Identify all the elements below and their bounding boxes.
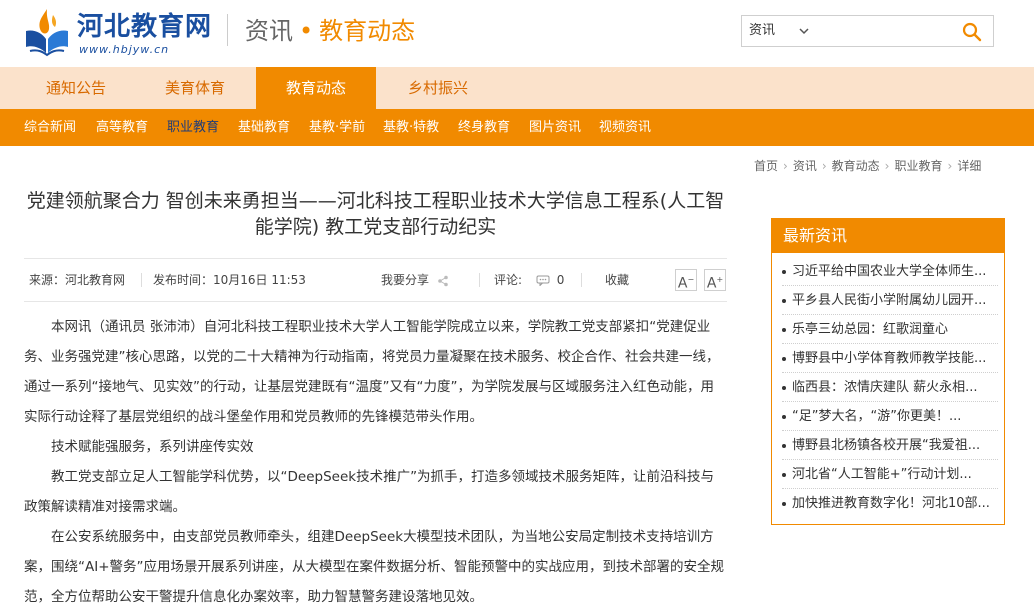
latest-news-title: 最新资讯 xyxy=(772,219,1004,253)
site-logo[interactable]: 河北教育网 www.hbjyw.cn xyxy=(22,5,212,57)
subnav-preschool[interactable]: 基教·学前 xyxy=(309,109,365,146)
nav-tab-rural-revitalization[interactable]: 乡村振兴 xyxy=(380,67,496,109)
share-button[interactable]: 我要分享 xyxy=(381,259,449,301)
nav-tab-education-news[interactable]: 教育动态 xyxy=(256,67,376,109)
font-decrease-label: A xyxy=(677,275,688,292)
subnav-vocational-education[interactable]: 职业教育 xyxy=(167,109,219,146)
latest-news-link: “足”梦大名，“游”你更美！... xyxy=(792,409,962,424)
site-header: 河北教育网 www.hbjyw.cn 资讯 • 教育动态 资讯 xyxy=(0,0,1034,67)
latest-news-link: 博野县北杨镇各校开展“我爱祖... xyxy=(792,438,981,453)
header-divider xyxy=(227,14,228,46)
search-box: 资讯 xyxy=(741,15,994,47)
article-title: 党建领航聚合力 智创未来勇担当——河北科技工程职业技术大学信息工程系(人工智能学… xyxy=(26,190,725,238)
search-category-select[interactable]: 资讯 xyxy=(742,16,820,46)
subnav-basic-education[interactable]: 基础教育 xyxy=(238,109,290,146)
bullet-icon xyxy=(782,269,786,274)
latest-news-link: 临西县：浓情庆建队 薪火永相... xyxy=(792,380,978,395)
article-paragraph: 教工党支部立足人工智能学科优势，以“DeepSeek技术推广”为抓手，打造多领域… xyxy=(24,469,715,515)
plus-icon: + xyxy=(716,275,724,284)
latest-news-item[interactable]: 习近平给中国农业大学全体师生... xyxy=(782,257,998,286)
latest-news-link: 乐亭三幼总园：红歌润童心 xyxy=(792,322,949,337)
article-meta-bar: 来源：河北教育网 发布时间：10月16日 11:53 我要分享 评论: 0 收藏… xyxy=(24,258,727,302)
breadcrumb-current: 详细 xyxy=(957,159,982,173)
bullet-icon xyxy=(782,327,786,332)
latest-news-item[interactable]: 博野县中小学体育教师教学技能... xyxy=(782,344,998,373)
bullet-icon xyxy=(782,472,786,477)
latest-news-panel: 最新资讯 习近平给中国农业大学全体师生... 平乡县人民街小学附属幼儿园开...… xyxy=(771,218,1005,525)
breadcrumb-home[interactable]: 首页 xyxy=(754,159,778,173)
subnav-general-news[interactable]: 综合新闻 xyxy=(24,109,76,146)
latest-news-item[interactable]: 临西县：浓情庆建队 薪火永相... xyxy=(782,373,998,402)
nav-tab-arts-sports[interactable]: 美育体育 xyxy=(137,67,253,109)
bullet-icon xyxy=(782,414,786,419)
font-increase-button[interactable]: A+ xyxy=(704,269,726,292)
latest-news-item[interactable]: 加快推进教育数字化！河北10部... xyxy=(782,489,998,518)
latest-news-list: 习近平给中国农业大学全体师生... 平乡县人民街小学附属幼儿园开... 乐亭三幼… xyxy=(772,253,1004,518)
secondary-nav: 综合新闻 高等教育 职业教育 基础教育 基教·学前 基教·特教 终身教育 图片资… xyxy=(0,109,1034,146)
logo-url: www.hbjyw.cn xyxy=(79,43,170,56)
bullet-icon xyxy=(782,385,786,390)
chevron-right-icon: › xyxy=(884,159,890,173)
article-source: 来源：河北教育网 xyxy=(29,273,126,287)
article-body: 本网讯（通讯员 张沛沛）自河北科技工程职业技术大学人工智能学院成立以来，学院教工… xyxy=(24,312,727,612)
favorite-button[interactable]: 收藏 xyxy=(605,259,629,301)
nav-tab-notices[interactable]: 通知公告 xyxy=(18,67,134,109)
search-icon[interactable] xyxy=(961,22,983,42)
bullet-icon xyxy=(782,356,786,361)
logo-emblem-icon xyxy=(26,9,68,57)
chevron-down-icon xyxy=(799,28,809,35)
search-category-value: 资讯 xyxy=(749,23,776,38)
chevron-right-icon: › xyxy=(947,159,953,173)
logo-title: 河北教育网 xyxy=(77,12,213,42)
latest-news-item[interactable]: 博野县北杨镇各校开展“我爱祖... xyxy=(782,431,998,460)
minus-icon: − xyxy=(687,275,695,284)
comment-label: 评论: xyxy=(494,273,523,287)
latest-news-item[interactable]: 平乡县人民街小学附属幼儿园开... xyxy=(782,286,998,315)
article-paragraph: 本网讯（通讯员 张沛沛）自河北科技工程职业技术大学人工智能学院成立以来，学院教工… xyxy=(24,319,720,425)
bullet-icon xyxy=(782,443,786,448)
breadcrumb-news[interactable]: 资讯 xyxy=(793,159,817,173)
chevron-right-icon: › xyxy=(821,159,827,173)
latest-news-link: 加快推进教育数字化！河北10部... xyxy=(792,496,990,511)
subnav-special-education[interactable]: 基教·特教 xyxy=(383,109,439,146)
subnav-video-news[interactable]: 视频资讯 xyxy=(599,109,651,146)
subsection-name: 教育动态 xyxy=(319,17,416,45)
latest-news-link: 河北省“人工智能+”行动计划... xyxy=(792,467,972,482)
comment-icon xyxy=(536,275,550,287)
section-title: 资讯 • 教育动态 xyxy=(245,16,415,46)
meta-divider xyxy=(581,273,582,287)
latest-news-item[interactable]: 乐亭三幼总园：红歌润童心 xyxy=(782,315,998,344)
article-subheading: 技术赋能强服务，系列讲座传实效 xyxy=(51,439,254,455)
latest-news-item[interactable]: “足”梦大名，“游”你更美！... xyxy=(782,402,998,431)
meta-divider xyxy=(479,273,480,287)
article-publish-time: 发布时间：10月16日 11:53 xyxy=(153,273,306,287)
latest-news-link: 平乡县人民街小学附属幼儿园开... xyxy=(792,293,987,308)
latest-news-item[interactable]: 河北省“人工智能+”行动计划... xyxy=(782,460,998,489)
latest-news-link: 习近平给中国农业大学全体师生... xyxy=(792,264,987,279)
search-input[interactable] xyxy=(822,19,952,43)
font-decrease-button[interactable]: A− xyxy=(675,269,697,292)
bullet-icon xyxy=(782,501,786,506)
breadcrumb-vocational[interactable]: 职业教育 xyxy=(894,159,942,173)
section-name: 资讯 xyxy=(245,17,293,45)
breadcrumb-education-news[interactable]: 教育动态 xyxy=(832,159,880,173)
article-paragraph: 在公安系统服务中，由支部党员教师牵头，组建DeepSeek大模型技术团队，为当地… xyxy=(24,529,725,605)
latest-news-link: 博野县中小学体育教师教学技能... xyxy=(792,351,987,366)
meta-divider xyxy=(141,273,142,287)
chevron-right-icon: › xyxy=(783,159,788,173)
comment-count: 0 xyxy=(556,273,565,287)
subnav-lifelong-education[interactable]: 终身教育 xyxy=(458,109,510,146)
share-icon xyxy=(438,275,448,286)
comment-button[interactable]: 评论: 0 xyxy=(494,259,564,301)
share-label: 我要分享 xyxy=(381,273,430,287)
section-dot: • xyxy=(299,17,314,45)
font-increase-label: A xyxy=(706,275,717,292)
breadcrumb: 首页 › 资讯 › 教育动态 › 职业教育 › 详细 xyxy=(754,157,981,175)
subnav-higher-education[interactable]: 高等教育 xyxy=(96,109,148,146)
subnav-photo-news[interactable]: 图片资讯 xyxy=(529,109,581,146)
primary-nav: 通知公告 美育体育 教育动态 乡村振兴 xyxy=(0,67,1034,109)
bullet-icon xyxy=(782,298,786,303)
